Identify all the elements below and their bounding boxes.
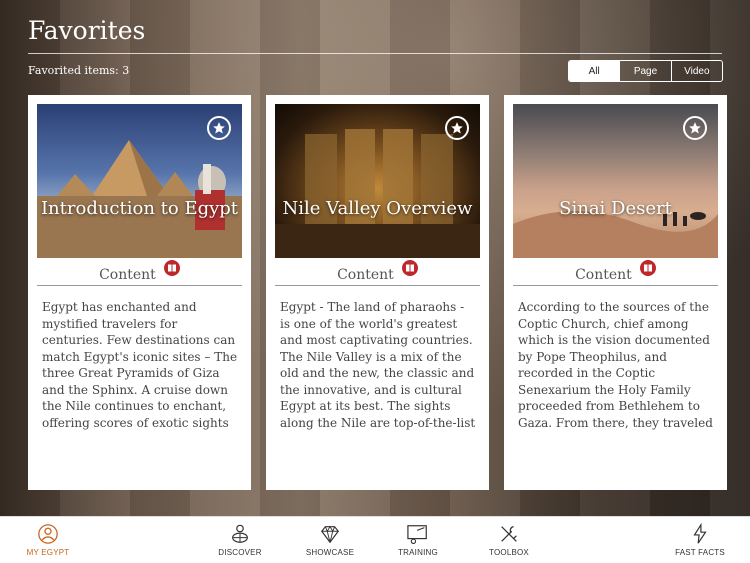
card-body-text: Egypt - The land of pharaohs - is one of… (280, 300, 476, 430)
tab-toolbox[interactable]: TOOLBOX (474, 523, 544, 557)
favorite-card[interactable]: Introduction to Egypt Content Egypt has … (28, 95, 251, 490)
card-body-text: According to the sources of the Coptic C… (518, 300, 713, 430)
diamond-icon (320, 525, 340, 544)
card-image-pyramids: Introduction to Egypt (37, 104, 242, 258)
tab-my-egypt[interactable]: MY EGYPT (13, 523, 83, 557)
favorite-card[interactable]: Sinai Desert Content According to the so… (504, 95, 727, 490)
tab-label: TOOLBOX (489, 548, 529, 557)
unfavorite-star-icon[interactable] (683, 116, 707, 140)
card-image-temple: Nile Valley Overview (275, 104, 480, 258)
bottom-tab-bar: MY EGYPT DISCOVER SHOWCASE TRAINING TOOL… (0, 516, 750, 563)
book-icon (639, 260, 656, 276)
favorite-card[interactable]: Nile Valley Overview Content Egypt - The… (266, 95, 489, 490)
card-title: Introduction to Egypt (40, 198, 239, 219)
filter-segmented-control: All Page Video (568, 60, 723, 82)
unfavorite-star-icon[interactable] (445, 116, 469, 140)
card-title: Sinai Desert (559, 198, 672, 219)
training-icon (407, 525, 427, 544)
tab-label: SHOWCASE (305, 548, 355, 557)
card-type-row: Content (37, 260, 242, 286)
tab-label: FAST FACTS (675, 548, 725, 557)
unfavorite-star-icon[interactable] (207, 116, 231, 140)
filter-page[interactable]: Page (619, 61, 670, 81)
filter-video[interactable]: Video (670, 61, 722, 81)
card-type-label: Content (99, 267, 156, 283)
tab-label: TRAINING (398, 548, 438, 557)
favorites-count: Favorited items: 3 (28, 64, 130, 77)
tools-icon (501, 526, 517, 542)
lightning-icon (693, 523, 707, 544)
book-icon (163, 260, 180, 276)
card-title: Nile Valley Overview (282, 198, 473, 219)
person-globe-icon (232, 524, 248, 543)
tab-label: MY EGYPT (26, 548, 70, 557)
tab-fast-facts[interactable]: FAST FACTS (665, 523, 735, 557)
tab-training[interactable]: TRAINING (383, 523, 453, 557)
person-circle-icon (38, 524, 58, 544)
book-icon (401, 260, 418, 276)
page-title: Favorites (28, 16, 146, 45)
card-type-row: Content (275, 260, 480, 286)
tab-showcase[interactable]: SHOWCASE (295, 523, 365, 557)
card-type-label: Content (337, 267, 394, 283)
card-type-row: Content (513, 260, 718, 286)
title-divider (28, 53, 722, 54)
card-type-label: Content (575, 267, 632, 283)
filter-all[interactable]: All (569, 61, 620, 81)
tab-label: DISCOVER (218, 548, 262, 557)
card-body-text: Egypt has enchanted and mystified travel… (42, 300, 238, 430)
card-image-desert: Sinai Desert (513, 104, 718, 258)
tab-discover[interactable]: DISCOVER (205, 523, 275, 557)
